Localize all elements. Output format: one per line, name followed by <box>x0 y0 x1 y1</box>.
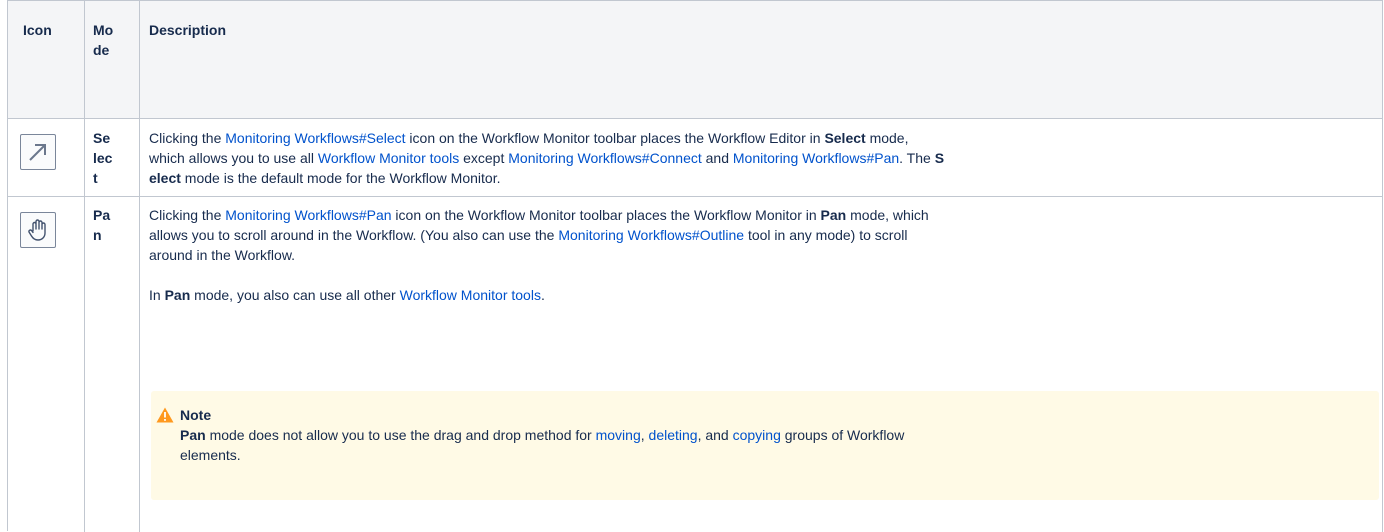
link-monitoring-pan[interactable]: Monitoring Workflows#Pan <box>225 207 391 223</box>
text: , <box>640 427 649 443</box>
link-deleting[interactable]: deleting <box>649 427 698 443</box>
text: except <box>459 150 509 166</box>
header-icon: Icon <box>23 22 52 38</box>
bold-text: S <box>934 150 945 166</box>
description-pan: Clicking the Monitoring Workflows#Pan ic… <box>149 205 1374 305</box>
text: mode, <box>865 130 909 146</box>
text: , and <box>697 427 733 443</box>
column-divider <box>84 1 85 532</box>
bold-text: Pan <box>180 427 206 443</box>
column-divider <box>139 1 140 532</box>
pan-icon-button <box>20 212 56 248</box>
link-monitoring-select[interactable]: Monitoring Workflows#Select <box>225 130 405 146</box>
text: mode is the default mode for the Workflo… <box>180 170 501 186</box>
select-icon-button <box>20 134 56 170</box>
text: Clicking the <box>149 130 226 146</box>
text: mode does not allow you to use the drag … <box>205 427 596 443</box>
link-moving[interactable]: moving <box>596 427 641 443</box>
link-monitoring-outline[interactable]: Monitoring Workflows#Outline <box>558 227 744 243</box>
text: icon on the Workflow Monitor toolbar pla… <box>405 130 825 146</box>
text: mode, you also can use all other <box>190 287 400 303</box>
header-mode-label: Mode <box>93 22 114 58</box>
mode-pan: Pan <box>93 207 111 243</box>
arrow-up-right-icon <box>29 144 46 161</box>
text: tool in any mode) to scroll <box>744 227 908 243</box>
header-mode: Mode <box>93 20 119 60</box>
bold-text: elect <box>149 170 181 186</box>
bold-text: Select <box>824 130 866 146</box>
header-description: Description <box>149 22 227 38</box>
text: groups of Workflow <box>780 427 905 443</box>
link-workflow-monitor-tools[interactable]: Workflow Monitor tools <box>318 150 459 166</box>
text: mode, which <box>846 207 929 223</box>
text: allows you to scroll around in the Workf… <box>149 227 559 243</box>
bold-text: Pan <box>164 287 191 303</box>
mode-select: Select <box>93 130 113 186</box>
text: . The <box>899 150 935 166</box>
link-monitoring-pan[interactable]: Monitoring Workflows#Pan <box>733 150 899 166</box>
hand-pan-icon <box>28 219 46 241</box>
text: elements. <box>180 447 241 463</box>
text: Clicking the <box>149 207 226 223</box>
note-title: Note <box>180 407 212 423</box>
link-monitoring-connect[interactable]: Monitoring Workflows#Connect <box>508 150 702 166</box>
modes-table: Icon Mode Description Select Clicking th… <box>7 0 1383 532</box>
warning-icon <box>156 407 174 423</box>
text: around in the Workflow. <box>149 247 296 263</box>
text: . <box>540 287 545 303</box>
description-select: Clicking the Monitoring Workflows#Select… <box>149 128 1374 188</box>
text: icon on the Workflow Monitor toolbar pla… <box>391 207 821 223</box>
text: In <box>149 287 165 303</box>
bold-text: Pan <box>820 207 847 223</box>
link-copying[interactable]: copying <box>733 427 781 443</box>
link-workflow-monitor-tools[interactable]: Workflow Monitor tools <box>400 287 541 303</box>
text: and <box>701 150 733 166</box>
note-panel: Note Pan mode does not allow you to use … <box>151 391 1379 500</box>
row-divider <box>8 196 1383 197</box>
column-divider <box>1382 1 1383 532</box>
text: which allows you to use all <box>149 150 318 166</box>
table-header-row <box>8 1 1383 119</box>
note-body: Pan mode does not allow you to use the d… <box>180 425 1340 465</box>
